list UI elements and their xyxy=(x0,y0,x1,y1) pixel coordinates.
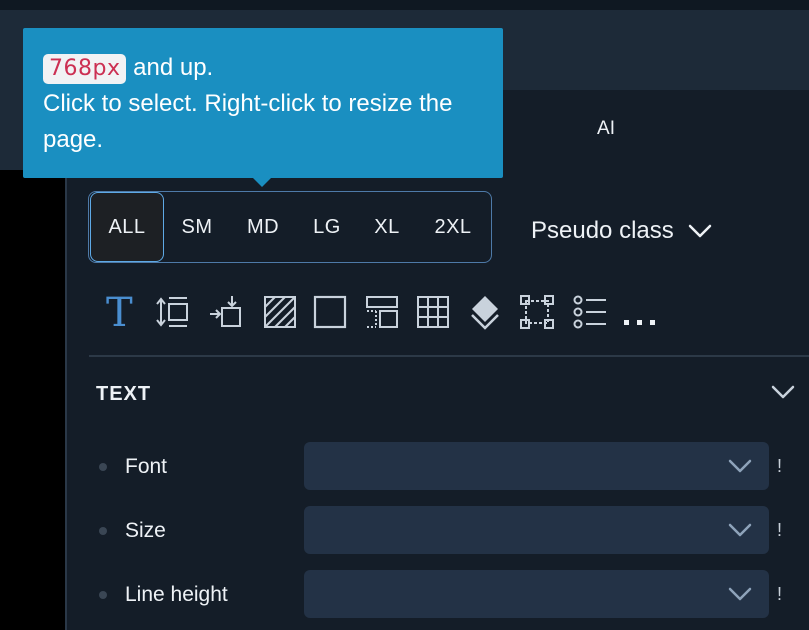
font-select[interactable] xyxy=(304,442,769,490)
status-dot xyxy=(99,591,107,599)
breakpoint-md[interactable]: MD xyxy=(230,192,296,262)
breakpoint-2xl[interactable]: 2XL xyxy=(416,192,490,262)
transform-icon[interactable] xyxy=(517,292,557,332)
breakpoint-tooltip: 768px and up. Click to select. Right-cli… xyxy=(23,28,503,187)
typography-icon[interactable]: T xyxy=(100,292,140,332)
tooltip-line-2: Click to select. Right-click to resize t… xyxy=(43,90,453,153)
property-label: Line height xyxy=(125,583,228,606)
breakpoint-badge: 768px xyxy=(43,54,127,84)
breakpoint-selector: ALL SM MD LG XL 2XL xyxy=(88,191,492,263)
important-toggle[interactable]: ! xyxy=(777,584,782,605)
property-row-font: Font ! xyxy=(0,442,809,490)
size-select[interactable] xyxy=(304,506,769,554)
effects-icon[interactable] xyxy=(465,292,505,332)
border-icon[interactable] xyxy=(310,292,350,332)
pseudo-class-dropdown[interactable]: Pseudo class xyxy=(531,214,712,248)
layout-icon[interactable] xyxy=(362,292,402,332)
breakpoint-xl[interactable]: XL xyxy=(358,192,416,262)
property-label: Font xyxy=(125,455,168,478)
tooltip-line-1-text: and up. xyxy=(126,54,214,81)
spacing-icon[interactable] xyxy=(153,292,193,332)
more-icon[interactable] xyxy=(620,292,660,332)
chevron-down-icon xyxy=(728,459,752,473)
background-icon[interactable] xyxy=(260,292,300,332)
section-title-text[interactable]: TEXT xyxy=(96,383,151,406)
property-row-size: Size ! xyxy=(0,506,809,554)
chevron-down-icon xyxy=(728,587,752,601)
line-height-select[interactable] xyxy=(304,570,769,618)
pseudo-class-label: Pseudo class xyxy=(531,217,674,244)
tooltip-arrow xyxy=(252,177,272,187)
status-dot xyxy=(99,527,107,535)
tab-ai[interactable]: AI xyxy=(590,118,622,140)
chevron-down-icon xyxy=(728,523,752,537)
position-icon[interactable] xyxy=(206,292,246,332)
grid-icon[interactable] xyxy=(413,292,453,332)
breakpoint-all[interactable]: ALL xyxy=(90,192,164,262)
property-label: Size xyxy=(125,519,166,542)
breakpoint-sm[interactable]: SM xyxy=(164,192,230,262)
tooltip-line-1: 768px and up. xyxy=(43,50,483,86)
chevron-down-icon xyxy=(688,224,711,238)
important-toggle[interactable]: ! xyxy=(777,520,782,541)
property-row-line-height: Line height ! xyxy=(0,570,809,618)
svg-text:T: T xyxy=(106,292,133,332)
canvas-area xyxy=(0,170,65,630)
breakpoint-lg[interactable]: LG xyxy=(296,192,358,262)
list-icon[interactable] xyxy=(570,292,610,332)
important-toggle[interactable]: ! xyxy=(777,456,782,477)
chevron-down-icon[interactable] xyxy=(770,383,796,401)
status-dot xyxy=(99,463,107,471)
section-divider xyxy=(89,355,809,357)
top-bar xyxy=(0,0,809,10)
